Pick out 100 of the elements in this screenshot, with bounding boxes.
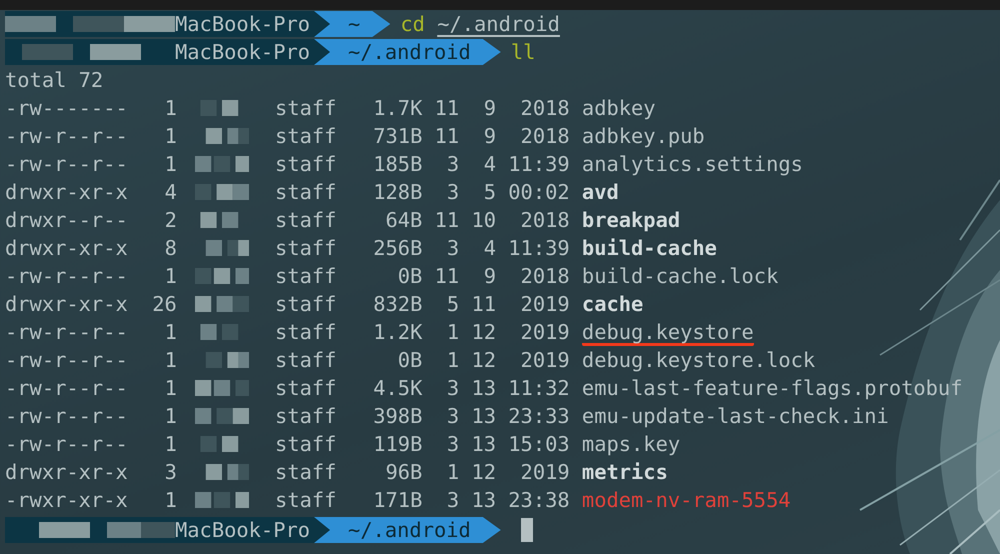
command-text: ll xyxy=(510,40,536,64)
time-or-year: 2019 xyxy=(520,348,570,372)
month: 3 xyxy=(446,488,460,512)
permissions: -rw-r--r-- xyxy=(5,152,128,176)
file-name: build-cache xyxy=(582,237,717,262)
month: 3 xyxy=(446,404,460,428)
file-size: 832B xyxy=(372,292,422,316)
file-name: build-cache.lock xyxy=(582,265,778,290)
day: 11 xyxy=(459,292,496,316)
group-name: staff xyxy=(275,152,336,176)
permissions: drwxr-xr-x xyxy=(5,460,128,484)
time-or-year: 00:02 xyxy=(507,180,570,204)
file-size: 185B xyxy=(372,152,422,176)
day: 13 xyxy=(459,432,496,456)
total-line: total 72 xyxy=(5,68,104,92)
day: 13 xyxy=(459,404,496,428)
group-name: staff xyxy=(275,124,336,148)
file-name: emu-update-last-check.ini xyxy=(582,405,889,430)
file-size: 128B xyxy=(372,180,422,204)
link-count: 1 xyxy=(164,96,177,120)
file-name: maps.key xyxy=(582,433,680,458)
month: 5 xyxy=(446,292,460,316)
day: 10 xyxy=(459,208,496,232)
permissions: -rwxr-xr-x xyxy=(5,488,128,512)
group-name: staff xyxy=(275,264,336,288)
time-or-year: 23:38 xyxy=(507,488,570,512)
file-name: metrics xyxy=(582,461,668,486)
day: 13 xyxy=(459,488,496,512)
permissions: -rw-r--r-- xyxy=(5,404,128,428)
time-or-year: 11:39 xyxy=(507,152,570,176)
host-name: MacBook-Pro xyxy=(175,518,310,542)
day: 12 xyxy=(459,348,496,372)
file-name: modem-nv-ram-5554 xyxy=(582,489,791,514)
link-count: 1 xyxy=(164,320,177,344)
file-name: analytics.settings xyxy=(582,153,803,178)
day: 4 xyxy=(459,236,496,260)
group-name: staff xyxy=(275,460,336,484)
permissions: drwxr-xr-x xyxy=(5,292,128,316)
day: 4 xyxy=(459,152,496,176)
file-size: 171B xyxy=(372,488,422,512)
file-name: breakpad xyxy=(582,209,680,234)
month: 11 xyxy=(434,208,460,232)
time-or-year: 2018 xyxy=(520,124,570,148)
month: 3 xyxy=(446,376,460,400)
month: 1 xyxy=(446,348,460,372)
link-count: 2 xyxy=(164,208,177,232)
command-text: cd xyxy=(400,12,425,36)
group-name: staff xyxy=(275,404,336,428)
month: 3 xyxy=(446,152,460,176)
day: 13 xyxy=(459,376,496,400)
file-name: emu-last-feature-flags.protobuf xyxy=(582,377,962,402)
group-name: staff xyxy=(275,320,336,344)
file-name: cache xyxy=(582,293,644,318)
time-or-year: 23:33 xyxy=(507,404,570,428)
file-name: adbkey.pub xyxy=(582,125,705,150)
group-name: staff xyxy=(275,180,336,204)
day: 9 xyxy=(459,264,496,288)
permissions: drwxr-xr-x xyxy=(5,180,128,204)
file-size: 0B xyxy=(396,264,422,288)
day: 9 xyxy=(459,124,496,148)
month: 11 xyxy=(434,124,460,148)
link-count: 1 xyxy=(164,404,177,428)
permissions: -rw-r--r-- xyxy=(5,320,128,344)
file-size: 398B xyxy=(372,404,422,428)
group-name: staff xyxy=(275,292,336,316)
time-or-year: 2018 xyxy=(520,264,570,288)
link-count: 1 xyxy=(164,432,177,456)
group-name: staff xyxy=(275,488,336,512)
permissions: -rw-r--r-- xyxy=(5,376,128,400)
link-count: 1 xyxy=(164,124,177,148)
file-name: debug.keystore.lock xyxy=(582,349,816,374)
link-count: 1 xyxy=(164,376,177,400)
time-or-year: 15:03 xyxy=(507,432,570,456)
host-name: MacBook-Pro xyxy=(175,40,310,64)
directory-segment: ~/.android xyxy=(314,517,501,543)
file-size: 4.5K xyxy=(372,376,422,400)
host-name: MacBook-Pro xyxy=(175,12,310,36)
time-or-year: 2018 xyxy=(520,208,570,232)
file-size: 119B xyxy=(372,432,422,456)
permissions: -rw-r--r-- xyxy=(5,432,128,456)
link-count: 26 xyxy=(151,292,177,316)
file-name: adbkey xyxy=(582,97,656,122)
permissions: drwxr--r-- xyxy=(5,208,128,232)
file-size: 96B xyxy=(384,460,422,484)
month: 3 xyxy=(446,432,460,456)
time-or-year: 2019 xyxy=(520,320,570,344)
time-or-year: 11:39 xyxy=(507,236,570,260)
day: 9 xyxy=(459,96,496,120)
time-or-year: 2019 xyxy=(520,292,570,316)
group-name: staff xyxy=(275,236,336,260)
group-name: staff xyxy=(275,348,336,372)
time-or-year: 11:32 xyxy=(507,376,570,400)
group-name: staff xyxy=(275,376,336,400)
file-size: 0B xyxy=(396,348,422,372)
file-size: 256B xyxy=(372,236,422,260)
file-name: avd xyxy=(582,181,619,206)
path-argument: ~/.android xyxy=(437,12,560,36)
day: 5 xyxy=(459,180,496,204)
group-name: staff xyxy=(275,208,336,232)
group-name: staff xyxy=(275,432,336,456)
